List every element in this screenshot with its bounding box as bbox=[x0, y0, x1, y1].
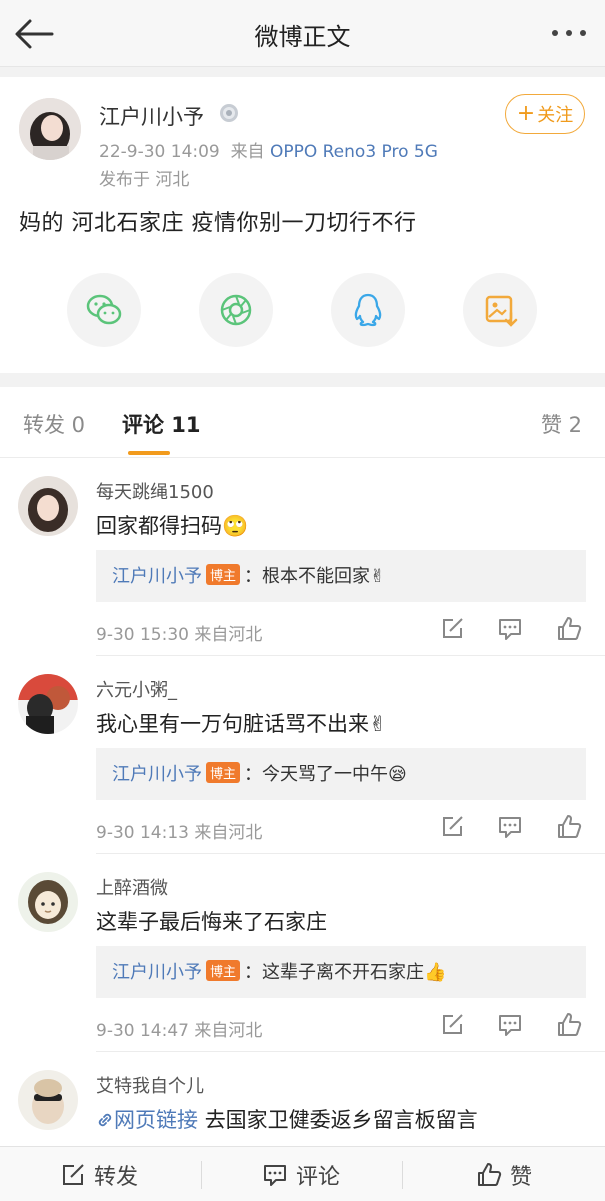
comment-via: 来自河北 bbox=[194, 625, 263, 645]
share-qq-button[interactable] bbox=[331, 273, 405, 347]
follow-button[interactable]: + 关注 bbox=[505, 94, 585, 134]
host-badge: 博主 bbox=[206, 564, 241, 585]
tab-bar: 转发 0 评论 11 赞 2 bbox=[0, 387, 605, 458]
comment-time: 9-30 15:30 bbox=[96, 625, 189, 645]
save-image-button[interactable] bbox=[463, 273, 537, 347]
comment-user[interactable]: 六元小粥_ bbox=[96, 676, 177, 702]
comment-button[interactable]: 评论 bbox=[262, 1159, 340, 1191]
comment-meta: 9-30 14:47 来自河北 bbox=[96, 1016, 262, 1041]
reply-text: ：根本不能回家✌ bbox=[244, 566, 386, 587]
reply-author[interactable]: 江户川小予 bbox=[112, 566, 202, 587]
post-text: 妈的 河北石家庄 疫情你别一刀切行不行 bbox=[19, 211, 417, 236]
wechat-icon bbox=[86, 294, 122, 325]
comment-text-body: 去国家卫健委返乡留言板留言 bbox=[204, 1108, 478, 1132]
comment-user[interactable]: 艾特我自个儿 bbox=[96, 1072, 204, 1098]
repost-comment-icon[interactable] bbox=[438, 813, 466, 841]
comment-text: 这辈子最后悔来了石家庄 bbox=[96, 910, 327, 934]
reply-box[interactable]: 江户川小予 博主 ：今天骂了一中午😪 bbox=[96, 748, 586, 800]
reply-author[interactable]: 江户川小予 bbox=[112, 962, 202, 983]
divider bbox=[0, 373, 605, 387]
reply-comment-icon[interactable] bbox=[496, 615, 524, 643]
comment-text: 我心里有一万句脏话骂不出来✌ bbox=[96, 712, 387, 736]
author-avatar[interactable] bbox=[19, 98, 81, 160]
post-via: 来自 bbox=[230, 142, 265, 162]
divider bbox=[201, 1161, 202, 1189]
comment-user[interactable]: 上醉酒微 bbox=[96, 874, 168, 900]
follow-label: 关注 bbox=[537, 105, 574, 126]
comment-item: 六元小粥_ 我心里有一万句脏话骂不出来✌ 江户川小予 博主 ：今天骂了一中午😪 9-… bbox=[0, 656, 605, 854]
repost-label: 转发 bbox=[94, 1165, 139, 1190]
like-button[interactable]: 赞 bbox=[476, 1159, 532, 1191]
silver-medal-icon bbox=[220, 104, 238, 122]
like-comment-icon[interactable] bbox=[555, 615, 583, 643]
comment-meta: 9-30 15:30 来自河北 bbox=[96, 620, 262, 645]
post-location: 发布于 河北 bbox=[99, 170, 190, 190]
comment-item: 上醉酒微 这辈子最后悔来了石家庄 江户川小予 博主 ：这辈子离不开石家庄👍 9-30… bbox=[0, 854, 605, 1052]
tab-comment[interactable]: 评论 11 bbox=[122, 409, 201, 439]
reply-box[interactable]: 江户川小予 博主 ：这辈子离不开石家庄👍 bbox=[96, 946, 586, 998]
reply-comment-icon[interactable] bbox=[496, 813, 524, 841]
bottom-action-bar: 转发 评论 赞 bbox=[0, 1146, 605, 1201]
host-badge: 博主 bbox=[206, 960, 241, 981]
comment-via: 来自河北 bbox=[194, 1021, 263, 1041]
reply-text: ：这辈子离不开石家庄👍 bbox=[244, 962, 447, 983]
reply-author[interactable]: 江户川小予 bbox=[112, 764, 202, 785]
avatar[interactable] bbox=[18, 1070, 78, 1130]
reply-text: ：今天骂了一中午😪 bbox=[244, 764, 407, 785]
comment-item: 每天跳绳1500 回家都得扫码🙄 江户川小予 博主 ：根本不能回家✌ 9-30 15… bbox=[0, 458, 605, 656]
comment-text: 网页链接 去国家卫健委返乡留言板留言 bbox=[96, 1104, 478, 1134]
comment-label: 评论 bbox=[296, 1165, 341, 1190]
save-image-icon bbox=[485, 295, 518, 327]
plus-icon: + bbox=[516, 101, 536, 126]
post-meta: 22-9-30 14:09 来自 OPPO Reno3 Pro 5G bbox=[99, 137, 438, 162]
comment-time: 9-30 14:13 bbox=[96, 823, 189, 843]
web-link[interactable]: 网页链接 bbox=[96, 1108, 198, 1132]
comment-time: 9-30 14:47 bbox=[96, 1021, 189, 1041]
tab-repost[interactable]: 转发 0 bbox=[23, 409, 85, 439]
repost-comment-icon[interactable] bbox=[438, 615, 466, 643]
avatar[interactable] bbox=[18, 674, 78, 734]
more-dots-icon bbox=[552, 30, 586, 36]
qq-icon bbox=[354, 293, 382, 327]
tab-indicator bbox=[128, 451, 170, 455]
like-comment-icon[interactable] bbox=[555, 813, 583, 841]
comment-user[interactable]: 每天跳绳1500 bbox=[96, 478, 214, 504]
author-name[interactable]: 江户川小予 bbox=[99, 101, 204, 131]
like-label: 赞 bbox=[510, 1165, 533, 1190]
avatar[interactable] bbox=[18, 872, 78, 932]
share-moments-button[interactable] bbox=[199, 273, 273, 347]
comment-item: 艾特我自个儿 网页链接 去国家卫健委返乡留言板留言 bbox=[0, 1052, 605, 1146]
share-wechat-button[interactable] bbox=[67, 273, 141, 347]
tab-like[interactable]: 赞 2 bbox=[541, 409, 582, 439]
page-title: 微博正文 bbox=[254, 23, 351, 51]
top-nav-bar: 微博正文 bbox=[0, 0, 605, 67]
divider bbox=[402, 1161, 403, 1189]
like-icon bbox=[478, 1163, 502, 1186]
repost-comment-icon[interactable] bbox=[438, 1011, 466, 1039]
reply-comment-icon[interactable] bbox=[496, 1011, 524, 1039]
avatar[interactable] bbox=[18, 476, 78, 536]
comment-meta: 9-30 14:13 来自河北 bbox=[96, 818, 262, 843]
post-card: 江户川小予 22-9-30 14:09 来自 OPPO Reno3 Pro 5G… bbox=[0, 77, 605, 373]
post-device[interactable]: OPPO Reno3 Pro 5G bbox=[270, 142, 438, 162]
comment-icon bbox=[264, 1165, 286, 1186]
repost-button[interactable]: 转发 bbox=[60, 1159, 138, 1191]
post-time: 22-9-30 14:09 bbox=[99, 142, 220, 162]
reply-box[interactable]: 江户川小予 博主 ：根本不能回家✌ bbox=[96, 550, 586, 602]
web-link-label: 网页链接 bbox=[114, 1108, 198, 1132]
comment-text: 回家都得扫码🙄 bbox=[96, 514, 249, 538]
like-comment-icon[interactable] bbox=[555, 1011, 583, 1039]
more-button[interactable] bbox=[547, 16, 591, 50]
repost-icon bbox=[63, 1164, 84, 1185]
moments-icon bbox=[220, 294, 252, 326]
host-badge: 博主 bbox=[206, 762, 241, 783]
divider bbox=[0, 67, 605, 77]
link-icon bbox=[98, 1113, 112, 1127]
comment-via: 来自河北 bbox=[194, 823, 263, 843]
